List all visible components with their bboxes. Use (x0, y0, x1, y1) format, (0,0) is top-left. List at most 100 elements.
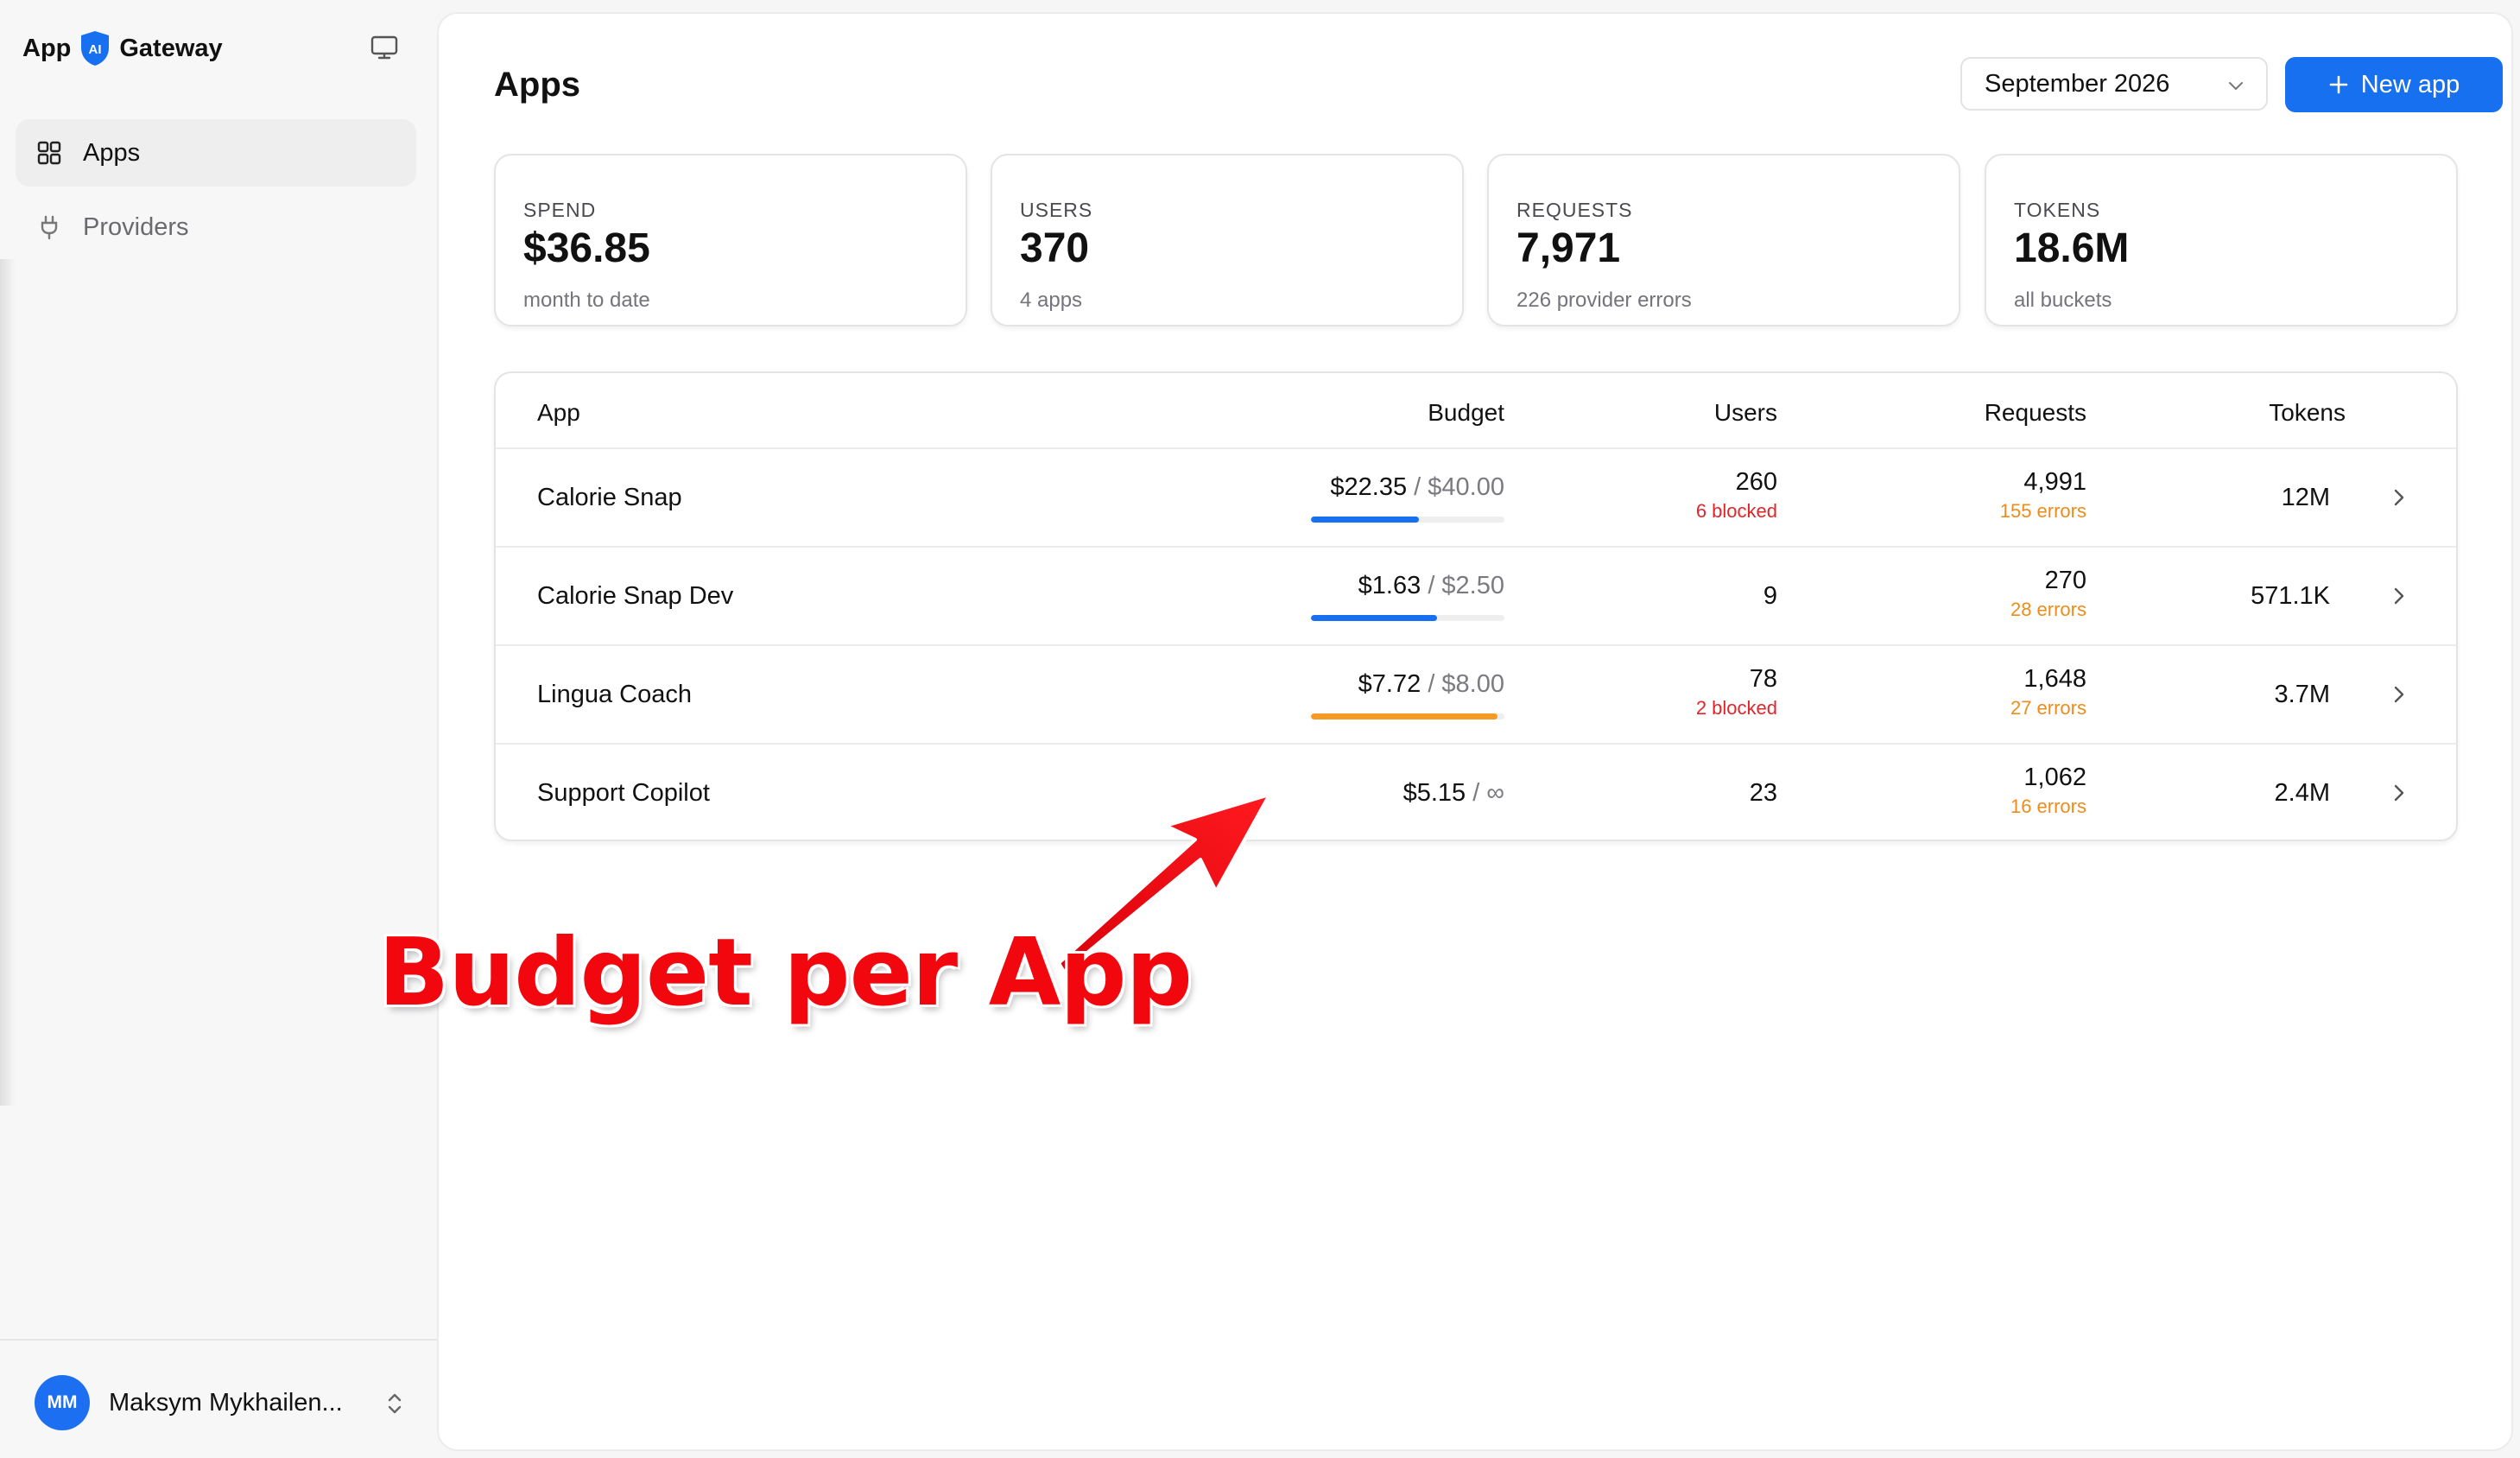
month-select[interactable]: September 2026 (1960, 57, 2268, 111)
users-count: 260 (1735, 468, 1777, 496)
chevron-up-down-icon (388, 1393, 402, 1414)
users-blocked-note: 2 blocked (1695, 697, 1777, 719)
budget-spent: $22.35 (1330, 473, 1408, 501)
chevron-right-icon[interactable] (2390, 783, 2408, 803)
budget-progress-bar (1311, 517, 1504, 523)
budget-progress-bar (1311, 713, 1504, 719)
budget-limit: / $2.50 (1428, 572, 1504, 599)
app-name: Support Copilot (537, 779, 710, 807)
monitor-icon[interactable] (370, 35, 399, 60)
brand-name-left: App (22, 34, 72, 62)
tokens-count: 571.1K (2251, 582, 2330, 610)
sidebar-divider (0, 1339, 437, 1341)
budget-limit: / $40.00 (1414, 473, 1504, 501)
column-header-tokens[interactable]: Tokens (2269, 399, 2346, 427)
user-name: Maksym Mykhailen... (109, 1388, 343, 1417)
table-row[interactable]: Calorie Snap $22.35 / $40.00 260 6 block… (496, 449, 2456, 548)
requests-count: 270 (2044, 567, 2086, 594)
stat-card-users: USERS 370 4 apps (991, 154, 1464, 326)
budget-limit: / $8.00 (1428, 670, 1504, 698)
column-header-budget[interactable]: Budget (1428, 399, 1504, 427)
grid-icon (37, 141, 61, 165)
requests-errors-note: 28 errors (2010, 599, 2086, 620)
table-row[interactable]: Lingua Coach $7.72 / $8.00 78 2 blocked … (496, 646, 2456, 745)
stat-value: $36.85 (523, 225, 650, 271)
stat-card-requests: REQUESTS 7,971 226 provider errors (1487, 154, 1960, 326)
app-name: Lingua Coach (537, 681, 692, 708)
budget-progress-bar (1311, 615, 1504, 621)
sidebar: App AI Gateway Apps Providers MM Maksym … (0, 0, 437, 1458)
stat-value: 370 (1020, 225, 1090, 271)
stat-card-tokens: TOKENS 18.6M all buckets (1985, 154, 2458, 326)
requests-count: 1,062 (2023, 764, 2086, 791)
stat-sub: 226 provider errors (1516, 288, 1692, 312)
chevron-right-icon[interactable] (2390, 684, 2408, 705)
plug-icon (41, 215, 58, 240)
budget-spent: $5.15 (1402, 779, 1466, 807)
stat-sub: 4 apps (1020, 288, 1083, 312)
main-panel: Apps September 2026 New app SPEND $36.85… (439, 14, 2511, 1449)
column-header-users[interactable]: Users (1714, 399, 1777, 427)
users-count: 9 (1763, 582, 1777, 610)
requests-count: 1,648 (2023, 665, 2086, 693)
budget-cell: $7.72 / $8.00 (1358, 670, 1504, 699)
table-row[interactable]: Calorie Snap Dev $1.63 / $2.50 9 270 28 … (496, 548, 2456, 646)
budget-cell: $22.35 / $40.00 (1330, 473, 1504, 502)
new-app-label: New app (2360, 70, 2460, 98)
brand-name-right: Gateway (119, 34, 223, 62)
sidebar-edge-shadow (0, 259, 16, 1106)
app-name: Calorie Snap (537, 484, 682, 511)
budget-limit: / ∞ (1472, 779, 1504, 807)
budget-spent: $7.72 (1358, 670, 1421, 698)
users-count: 23 (1749, 779, 1777, 807)
tokens-cell: 12M (2282, 484, 2330, 512)
stat-sub: all buckets (2014, 288, 2112, 312)
tokens-count: 2.4M (2274, 779, 2330, 807)
users-cell: 78 2 blocked (1696, 665, 1777, 719)
tokens-count: 3.7M (2274, 681, 2330, 708)
brand-logo[interactable]: App AI Gateway (22, 31, 223, 66)
sidebar-item-label: Apps (83, 138, 141, 167)
sidebar-item-apps[interactable]: Apps (16, 119, 416, 187)
requests-errors-note: 27 errors (2010, 697, 2086, 719)
new-app-button[interactable]: New app (2285, 57, 2503, 112)
tokens-cell: 3.7M (2275, 681, 2330, 709)
sidebar-item-providers[interactable]: Providers (16, 193, 416, 261)
stat-label: USERS (1020, 199, 1093, 221)
brand-badge-text: AI (89, 42, 102, 57)
stat-value: 18.6M (2014, 225, 2130, 271)
stat-label: REQUESTS (1516, 199, 1633, 221)
users-cell: 23 (1750, 779, 1777, 808)
budget-progress-fill (1311, 713, 1498, 719)
budget-spent: $1.63 (1358, 572, 1421, 599)
chevron-down-icon (2229, 82, 2243, 90)
budget-cell: $1.63 / $2.50 (1358, 572, 1504, 600)
budget-progress-fill (1311, 517, 1420, 523)
column-header-requests[interactable]: Requests (1985, 399, 2086, 427)
page-title: Apps (494, 66, 580, 104)
users-count: 78 (1749, 665, 1777, 693)
avatar: MM (35, 1375, 90, 1430)
users-blocked-note: 6 blocked (1695, 500, 1777, 522)
table-header: App Budget Users Requests Tokens (496, 373, 2456, 449)
chevron-right-icon[interactable] (2390, 487, 2408, 508)
chevron-right-icon[interactable] (2390, 586, 2408, 606)
requests-cell: 1,062 16 errors (2010, 764, 2086, 818)
requests-errors-note: 16 errors (2010, 796, 2086, 817)
user-menu[interactable]: MM Maksym Mykhailen... (35, 1373, 406, 1432)
tokens-cell: 571.1K (2251, 582, 2330, 611)
table-row[interactable]: Support Copilot $5.15 / ∞ 23 1,062 16 er… (496, 745, 2456, 843)
budget-cell: $5.15 / ∞ (1403, 779, 1504, 808)
users-cell: 260 6 blocked (1696, 468, 1777, 523)
stat-card-spend: SPEND $36.85 month to date (494, 154, 967, 326)
tokens-cell: 2.4M (2275, 779, 2330, 808)
requests-count: 4,991 (2023, 468, 2086, 496)
apps-table: App Budget Users Requests Tokens Calorie… (494, 371, 2458, 841)
requests-cell: 270 28 errors (2010, 567, 2086, 621)
column-header-app[interactable]: App (537, 399, 580, 427)
requests-cell: 1,648 27 errors (2010, 665, 2086, 719)
app-name: Calorie Snap Dev (537, 582, 734, 610)
tokens-count: 12M (2281, 484, 2330, 511)
sidebar-item-label: Providers (83, 212, 189, 241)
stat-sub: month to date (523, 288, 650, 312)
